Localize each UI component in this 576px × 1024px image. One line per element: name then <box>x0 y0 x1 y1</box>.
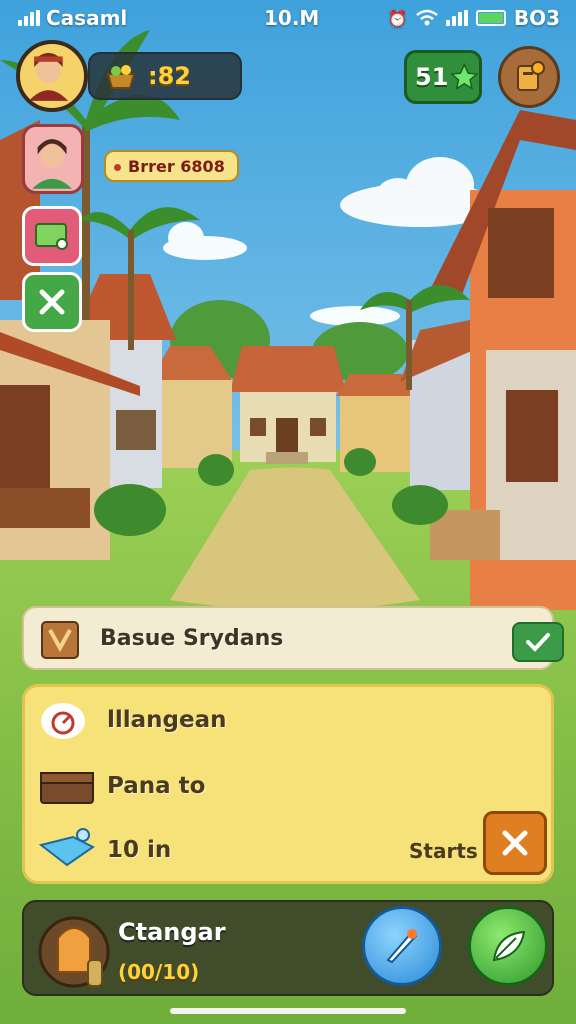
quest-confirm-button[interactable] <box>512 622 564 662</box>
chest-icon <box>40 772 94 804</box>
quest-title: Basue Srydans <box>100 626 284 651</box>
rocket-button[interactable] <box>362 906 442 986</box>
map-icon <box>35 223 68 250</box>
carrier-name: Casaml <box>46 6 128 30</box>
chat-button[interactable] <box>468 906 548 986</box>
book-icon <box>41 621 79 659</box>
task-close-button[interactable] <box>483 811 547 875</box>
status-bar: Casaml 10.M ⏰ BO3 <box>0 0 576 36</box>
task-label: 10 in <box>107 837 172 863</box>
player-avatar[interactable] <box>16 40 88 112</box>
player-portrait-icon <box>28 52 68 101</box>
task-status-label: Starts <box>409 839 478 863</box>
friend-portrait-icon <box>32 139 72 189</box>
coin-bag-icon <box>106 65 136 89</box>
shop-button[interactable] <box>498 46 560 108</box>
task-panel: lllangean Pana to 10 in Starts <box>22 684 554 884</box>
cell-signal-icon <box>445 10 468 26</box>
gem-counter[interactable]: 51 <box>404 50 482 104</box>
crossed-tools-icon <box>39 289 65 315</box>
drone-icon <box>38 828 95 867</box>
character-portrait-icon <box>38 916 110 988</box>
friend-avatar[interactable] <box>22 124 84 194</box>
central-house <box>230 346 346 464</box>
battery-icon <box>475 10 506 26</box>
home-indicator[interactable] <box>170 1008 406 1014</box>
task-row[interactable]: 10 in Starts <box>25 825 551 875</box>
task-row[interactable]: lllangean <box>25 695 551 745</box>
side-menu-button[interactable] <box>22 206 82 266</box>
tools-button[interactable] <box>22 272 82 332</box>
character-name: Ctangar <box>118 918 226 946</box>
battery-label: BO3 <box>513 6 560 30</box>
leaf-icon <box>492 930 526 962</box>
alarm-icon: ⏰ <box>387 8 408 28</box>
event-tag[interactable]: Brrer 6808 <box>104 150 239 182</box>
checkmark-icon <box>526 633 550 652</box>
scroll-icon <box>517 61 545 91</box>
coin-value: :82 <box>148 62 191 90</box>
task-row[interactable]: Pana to <box>25 761 551 811</box>
task-label: lllangean <box>107 707 227 733</box>
star-icon <box>450 62 479 90</box>
close-icon <box>502 830 528 856</box>
rocket-icon <box>386 929 418 964</box>
stopwatch-icon <box>41 703 85 739</box>
clock: 10.M <box>264 6 320 30</box>
character-progress: (00/10) <box>118 960 200 984</box>
signal-icon <box>18 10 40 26</box>
gem-value: 51 <box>415 63 449 91</box>
quest-banner[interactable]: Basue Srydans <box>22 606 564 670</box>
wifi-icon <box>416 9 438 26</box>
task-label: Pana to <box>107 773 206 799</box>
coin-counter[interactable]: :82 <box>88 52 242 100</box>
